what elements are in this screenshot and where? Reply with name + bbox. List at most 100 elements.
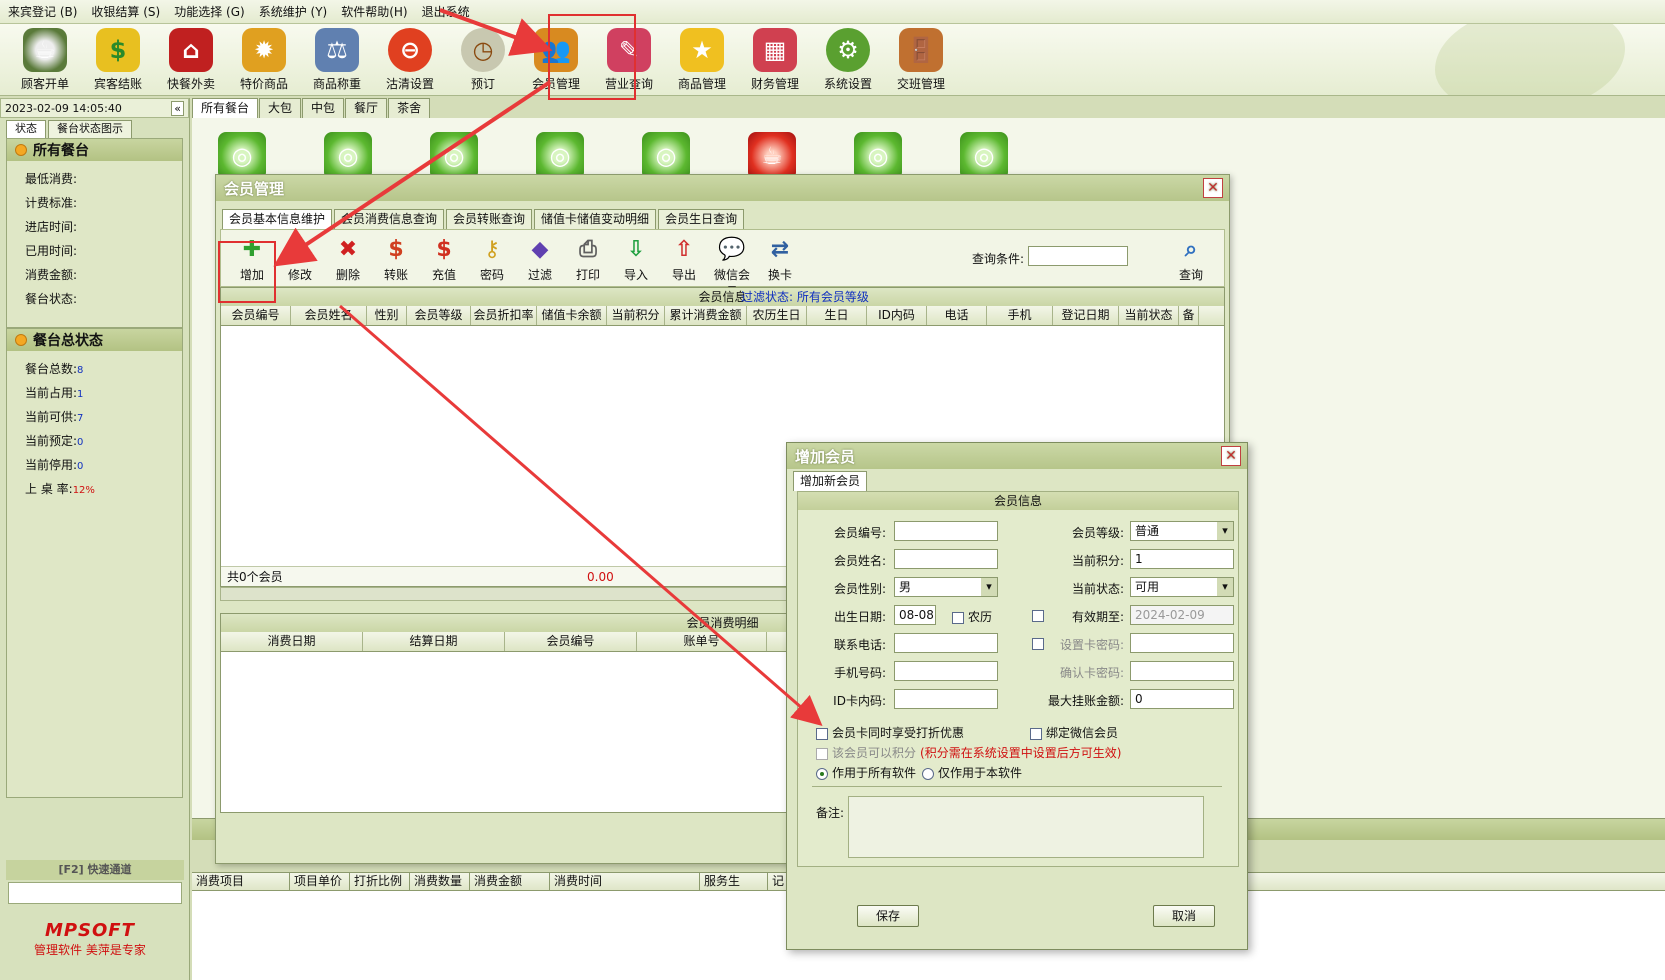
column-header[interactable]: 储值卡余额: [537, 306, 607, 325]
toolbar-open-order-button[interactable]: ☕ 顾客开单: [8, 28, 82, 92]
column-header[interactable]: 会员编号: [221, 306, 291, 325]
query-button[interactable]: ⌕ 查询: [1168, 234, 1214, 283]
tab-tea-room[interactable]: 茶舍: [388, 98, 431, 118]
menu-functions[interactable]: 功能选择 (G): [174, 3, 244, 20]
column-header[interactable]: 会员姓名: [291, 306, 367, 325]
tab-card-balance[interactable]: 储值卡储值变动明细: [534, 209, 657, 229]
column-header[interactable]: 当前状态: [1119, 306, 1179, 325]
menu-guest-register[interactable]: 来宾登记 (B): [8, 3, 77, 20]
menu-exit[interactable]: 退出系统: [422, 3, 470, 20]
column-header[interactable]: 会员等级: [407, 306, 471, 325]
column-header[interactable]: 消费数量: [410, 873, 470, 890]
remark-textarea[interactable]: [848, 796, 1204, 858]
collapse-icon[interactable]: «: [171, 100, 184, 116]
export-button[interactable]: ⇧ 导出: [661, 234, 707, 283]
tab-member-basic[interactable]: 会员基本信息维护: [222, 209, 333, 229]
column-header[interactable]: 性别: [367, 306, 407, 325]
print-button[interactable]: ⎙ 打印: [565, 234, 611, 283]
idcard-input[interactable]: [894, 689, 998, 709]
cancel-button[interactable]: 取消: [1153, 905, 1215, 927]
delete-button[interactable]: ✖ 删除: [325, 234, 371, 283]
column-header[interactable]: 农历生日: [747, 306, 807, 325]
confirm-password-input[interactable]: [1130, 661, 1234, 681]
status-select[interactable]: 可用: [1130, 577, 1234, 597]
table-free-icon[interactable]: ◎: [960, 132, 1008, 180]
toolbar-special-goods-button[interactable]: ✹ 特价商品: [227, 28, 301, 92]
toolbar-shift-button[interactable]: 🚪 交班管理: [884, 28, 958, 92]
password-button[interactable]: ⚷ 密码: [469, 234, 515, 283]
column-header[interactable]: 会员折扣率: [471, 306, 537, 325]
edit-button[interactable]: ✎ 修改: [277, 234, 323, 283]
recharge-button[interactable]: $ 充值: [421, 234, 467, 283]
column-header[interactable]: 消费时间: [550, 873, 700, 890]
gender-select[interactable]: 男: [894, 577, 998, 597]
mobile-input[interactable]: [894, 661, 998, 681]
birth-input[interactable]: 08-08: [894, 605, 936, 625]
column-header[interactable]: 项目单价: [290, 873, 350, 890]
tab-member-birthday[interactable]: 会员生日查询: [658, 209, 745, 229]
close-icon[interactable]: ✕: [1203, 178, 1223, 198]
expire-date-input[interactable]: 2024-02-09: [1130, 605, 1234, 625]
name-input[interactable]: [894, 549, 998, 569]
table-free-icon[interactable]: ◎: [854, 132, 902, 180]
phone-input[interactable]: [894, 633, 998, 653]
column-header[interactable]: 打折比例: [350, 873, 410, 890]
transfer-button[interactable]: $ 转账: [373, 234, 419, 283]
column-header[interactable]: 结算日期: [363, 632, 505, 651]
menu-checkout[interactable]: 收银结算 (S): [91, 3, 160, 20]
column-header[interactable]: 电话: [927, 306, 987, 325]
column-header[interactable]: 手机: [987, 306, 1053, 325]
column-header[interactable]: 消费项目: [192, 873, 290, 890]
card-password-input[interactable]: [1130, 633, 1234, 653]
tab-hall[interactable]: 餐厅: [345, 98, 388, 118]
menu-maintenance[interactable]: 系统维护 (Y): [259, 3, 328, 20]
import-button[interactable]: ⇩ 导入: [613, 234, 659, 283]
column-header[interactable]: 会员编号: [505, 632, 637, 651]
table-free-icon[interactable]: ◎: [324, 132, 372, 180]
radio-all-software[interactable]: 作用于所有软件: [816, 764, 916, 781]
table-occupied-icon[interactable]: ☕: [748, 132, 796, 180]
table-free-icon[interactable]: ◎: [218, 132, 266, 180]
column-header[interactable]: 账单号: [637, 632, 767, 651]
expire-checkbox[interactable]: [1032, 610, 1044, 622]
points-input[interactable]: 1: [1130, 549, 1234, 569]
column-header[interactable]: 登记日期: [1053, 306, 1119, 325]
tab-table-legend[interactable]: 餐台状态图示: [48, 120, 132, 138]
tab-medium-room[interactable]: 中包: [302, 98, 345, 118]
table-free-icon[interactable]: ◎: [536, 132, 584, 180]
member-no-input[interactable]: [894, 521, 998, 541]
menu-help[interactable]: 软件帮助(H): [341, 3, 407, 20]
tab-add-new-member[interactable]: 增加新会员: [793, 471, 868, 491]
toolbar-goods-button[interactable]: ★ 商品管理: [665, 28, 739, 92]
toolbar-finance-button[interactable]: ▦ 财务管理: [738, 28, 812, 92]
column-header[interactable]: 消费日期: [221, 632, 363, 651]
swap-card-button[interactable]: ⇄ 换卡: [757, 234, 803, 283]
column-header[interactable]: 生日: [807, 306, 867, 325]
toolbar-soldout-button[interactable]: ⊖ 沽清设置: [373, 28, 447, 92]
wechat-bind-option[interactable]: 绑定微信会员: [1030, 724, 1118, 741]
table-free-icon[interactable]: ◎: [430, 132, 478, 180]
radio-this-software[interactable]: 仅作用于本软件: [922, 764, 1022, 781]
tab-large-room[interactable]: 大包: [259, 98, 302, 118]
level-select[interactable]: 普通: [1130, 521, 1234, 541]
discount-option[interactable]: 会员卡同时享受打折优惠: [816, 724, 964, 741]
column-header[interactable]: 备: [1179, 306, 1199, 325]
column-header[interactable]: 服务生: [700, 873, 768, 890]
column-header[interactable]: 累计消费金额: [665, 306, 747, 325]
toolbar-reserve-button[interactable]: ◷ 预订: [446, 28, 520, 92]
max-credit-input[interactable]: 0: [1130, 689, 1234, 709]
close-icon[interactable]: ✕: [1221, 446, 1241, 466]
toolbar-settings-button[interactable]: ⚙ 系统设置: [811, 28, 885, 92]
points-option[interactable]: 该会员可以积分 (积分需在系统设置中设置后方可生效): [816, 744, 1121, 761]
lunar-checkbox[interactable]: 农历: [952, 608, 992, 625]
quick-channel-input[interactable]: [8, 882, 182, 904]
save-button[interactable]: 保存: [857, 905, 919, 927]
toolbar-takeout-button[interactable]: ⌂ 快餐外卖: [154, 28, 228, 92]
tab-member-transfer[interactable]: 会员转账查询: [446, 209, 533, 229]
tab-member-consumption[interactable]: 会员消费信息查询: [334, 209, 445, 229]
tab-all-tables[interactable]: 所有餐台: [192, 98, 259, 118]
table-free-icon[interactable]: ◎: [642, 132, 690, 180]
column-header[interactable]: ID内码: [867, 306, 927, 325]
filter-button[interactable]: ◆ 过滤: [517, 234, 563, 283]
column-header[interactable]: 消费金额: [470, 873, 550, 890]
